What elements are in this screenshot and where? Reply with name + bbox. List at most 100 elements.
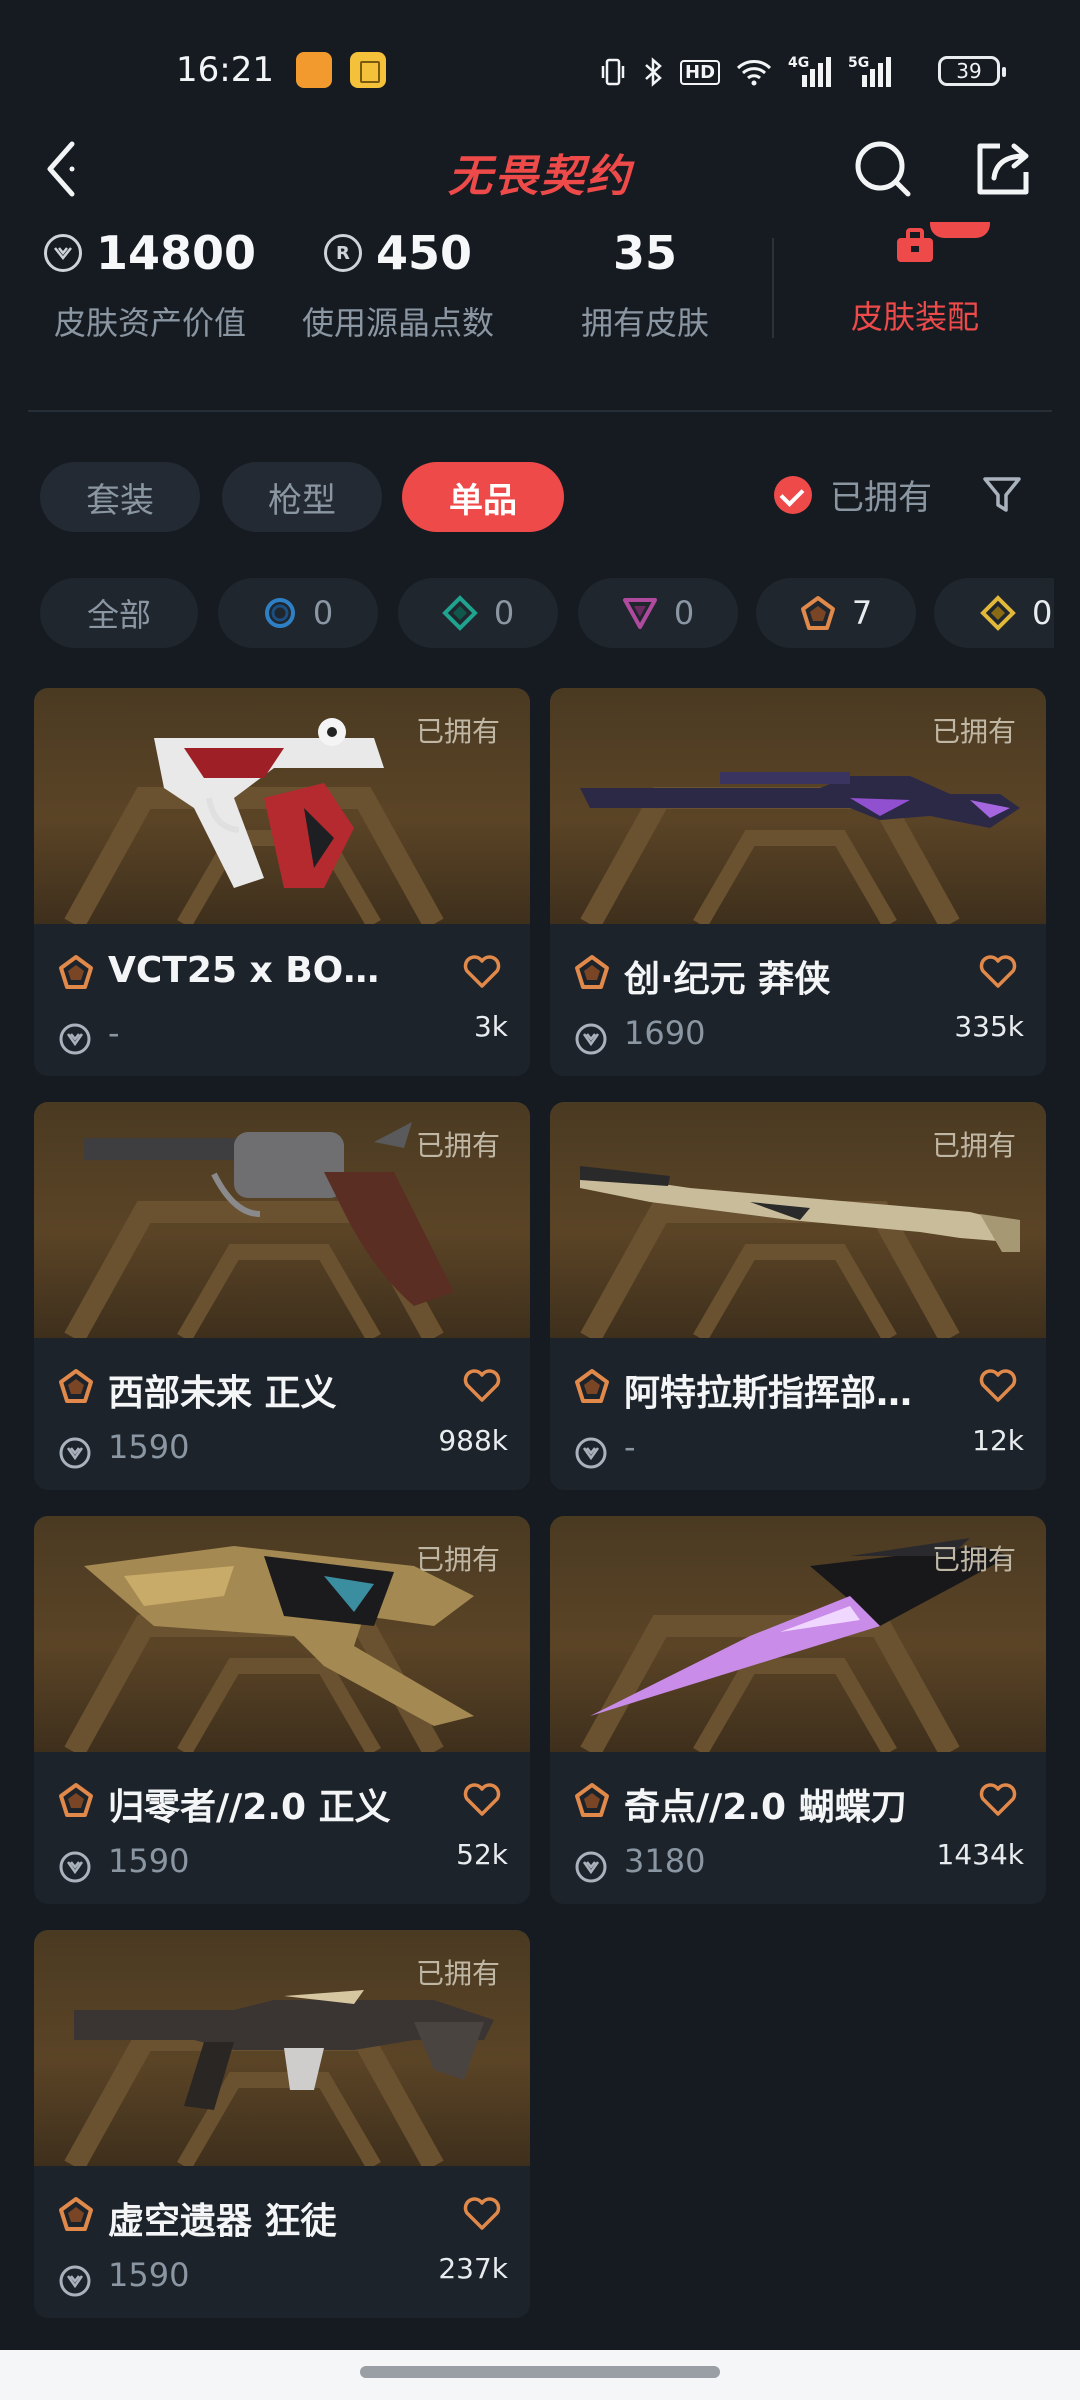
gold-diamond-icon xyxy=(980,595,1016,631)
heart-icon[interactable] xyxy=(978,954,1018,990)
chip-select[interactable]: 0 xyxy=(218,578,378,648)
chip-deluxe-count: 0 xyxy=(493,594,515,632)
skin-image: 已拥有 xyxy=(550,1516,1046,1752)
owned-filter-toggle[interactable]: 已拥有 xyxy=(774,470,932,519)
section-divider xyxy=(28,410,1052,412)
share-icon xyxy=(977,143,1029,195)
owned-tag: 已拥有 xyxy=(931,1543,1016,1576)
skin-name: 虚空遗器 狂徒 xyxy=(108,2201,337,2242)
heart-icon[interactable] xyxy=(462,954,502,990)
skin-price: - xyxy=(108,1014,120,1052)
skin-equip-button[interactable]: 皮肤装配 xyxy=(800,220,1030,338)
points-label: 使用源晶点数 xyxy=(301,304,494,342)
skin-card[interactable]: 已拥有 奇点//2.0 蝴蝶刀 3180 1434k xyxy=(550,1516,1046,1904)
vp-coin-icon xyxy=(575,1851,607,1883)
chip-select-count: 0 xyxy=(312,594,334,632)
wifi-icon xyxy=(736,60,772,86)
page-title: 无畏契约 xyxy=(448,151,632,202)
owned-tag: 已拥有 xyxy=(931,1129,1016,1162)
status-time: 16:21 xyxy=(176,50,274,90)
heart-icon[interactable] xyxy=(462,1782,502,1818)
chip-ultra-count: 0 xyxy=(1032,594,1053,632)
skin-card[interactable]: 已拥有 VCT25 x BOOM… - 3k xyxy=(34,688,530,1076)
vibrate-icon xyxy=(601,58,625,86)
heart-icon[interactable] xyxy=(978,1782,1018,1818)
owned-tag: 已拥有 xyxy=(931,715,1016,748)
asset-label: 皮肤资产价值 xyxy=(53,304,246,342)
new-badge xyxy=(930,222,990,238)
chip-exclusive[interactable]: 7 xyxy=(756,578,916,648)
tab-set[interactable]: 套装 xyxy=(40,462,200,532)
owned-filter-label: 已拥有 xyxy=(830,478,932,518)
owned-tag: 已拥有 xyxy=(415,1129,500,1162)
skin-name: 创·纪元 莽侠 xyxy=(624,959,831,1000)
heart-icon[interactable] xyxy=(978,1368,1018,1404)
skin-name: VCT25 x BOOM… xyxy=(108,950,408,991)
orange-pentagon-icon xyxy=(59,955,93,989)
vp-coin-icon xyxy=(59,1437,91,1469)
stat-points: R 450 使用源晶点数 xyxy=(288,220,508,344)
like-count: 988k xyxy=(438,1424,508,1457)
skin-image: 已拥有 xyxy=(550,1102,1046,1338)
skin-image: 已拥有 xyxy=(34,1930,530,2166)
battery-indicator: 39 xyxy=(938,56,1006,86)
search-button[interactable] xyxy=(850,136,916,202)
chip-premium[interactable]: 0 xyxy=(578,578,738,648)
skin-name: 奇点//2.0 蝴蝶刀 xyxy=(624,1787,907,1828)
heart-icon[interactable] xyxy=(462,2196,502,2232)
skin-name: 归零者//2.0 正义 xyxy=(108,1787,391,1828)
chip-deluxe[interactable]: 0 xyxy=(398,578,558,648)
home-indicator[interactable] xyxy=(360,2366,720,2378)
skin-card[interactable]: 已拥有 创·纪元 莽侠 1690 335k xyxy=(550,688,1046,1076)
hd-icon: HD xyxy=(680,59,721,85)
skin-price: 1590 xyxy=(108,1842,190,1880)
status-bar: 16:21 HD 4G 5G 39 xyxy=(0,0,1080,140)
vp-coin-icon xyxy=(43,234,82,272)
search-icon xyxy=(855,141,911,197)
chip-ultra[interactable]: 0 xyxy=(934,578,1054,648)
skin-card[interactable]: 已拥有 归零者//2.0 正义 1590 52k xyxy=(34,1516,530,1904)
chip-all[interactable]: 全部 xyxy=(40,578,198,648)
5g-signal-icon: 5G xyxy=(848,55,892,89)
tab-gun-type[interactable]: 枪型 xyxy=(222,462,382,532)
bluetooth-icon xyxy=(645,57,662,87)
filter-button[interactable] xyxy=(980,472,1024,516)
stat-skins: 35 拥有皮肤 xyxy=(540,220,750,344)
chip-premium-count: 0 xyxy=(673,594,695,632)
vp-coin-icon xyxy=(59,2265,91,2297)
stat-asset-value: 14800 皮肤资产价值 xyxy=(40,220,260,344)
like-count: 12k xyxy=(972,1424,1024,1457)
skin-image: 已拥有 xyxy=(34,688,530,924)
orange-pentagon-icon xyxy=(575,1369,609,1403)
skin-card[interactable]: 已拥有 虚空遗器 狂徒 1590 237k xyxy=(34,1930,530,2318)
skin-name: 西部未来 正义 xyxy=(108,1373,337,1414)
skin-name: 阿特拉斯指挥部… xyxy=(624,1373,913,1414)
purple-triangle-icon xyxy=(622,598,657,629)
skin-card[interactable]: 已拥有 阿特拉斯指挥部… - 12k xyxy=(550,1102,1046,1490)
orange-pentagon-icon xyxy=(575,955,609,989)
like-count: 52k xyxy=(456,1838,508,1871)
skin-image: 已拥有 xyxy=(550,688,1046,924)
battery-level: 39 xyxy=(956,59,982,83)
stats-row: 14800 皮肤资产价值 R 450 使用源晶点数 35 拥有皮肤 皮肤装配 xyxy=(0,220,1080,360)
share-button[interactable] xyxy=(970,136,1036,202)
skin-image: 已拥有 xyxy=(34,1102,530,1338)
like-count: 237k xyxy=(438,2252,508,2285)
skin-card[interactable]: 已拥有 西部未来 正义 1590 988k xyxy=(34,1102,530,1490)
vp-coin-icon xyxy=(59,1851,91,1883)
orange-pentagon-icon xyxy=(59,1369,93,1403)
chip-exclusive-count: 7 xyxy=(851,594,873,632)
vp-coin-icon xyxy=(575,1437,607,1469)
like-count: 3k xyxy=(473,1010,508,1043)
skin-price: 1690 xyxy=(624,1014,706,1052)
like-count: 1434k xyxy=(936,1838,1024,1871)
tab-single[interactable]: 单品 xyxy=(402,462,564,532)
skin-price: 3180 xyxy=(624,1842,706,1880)
notification-app-icon xyxy=(296,52,332,88)
orange-pentagon-icon xyxy=(59,2197,93,2231)
skins-count: 35 xyxy=(612,226,677,280)
owned-tag: 已拥有 xyxy=(415,715,500,748)
equip-label: 皮肤装配 xyxy=(850,298,979,336)
points-value: 450 xyxy=(375,226,473,280)
heart-icon[interactable] xyxy=(462,1368,502,1404)
